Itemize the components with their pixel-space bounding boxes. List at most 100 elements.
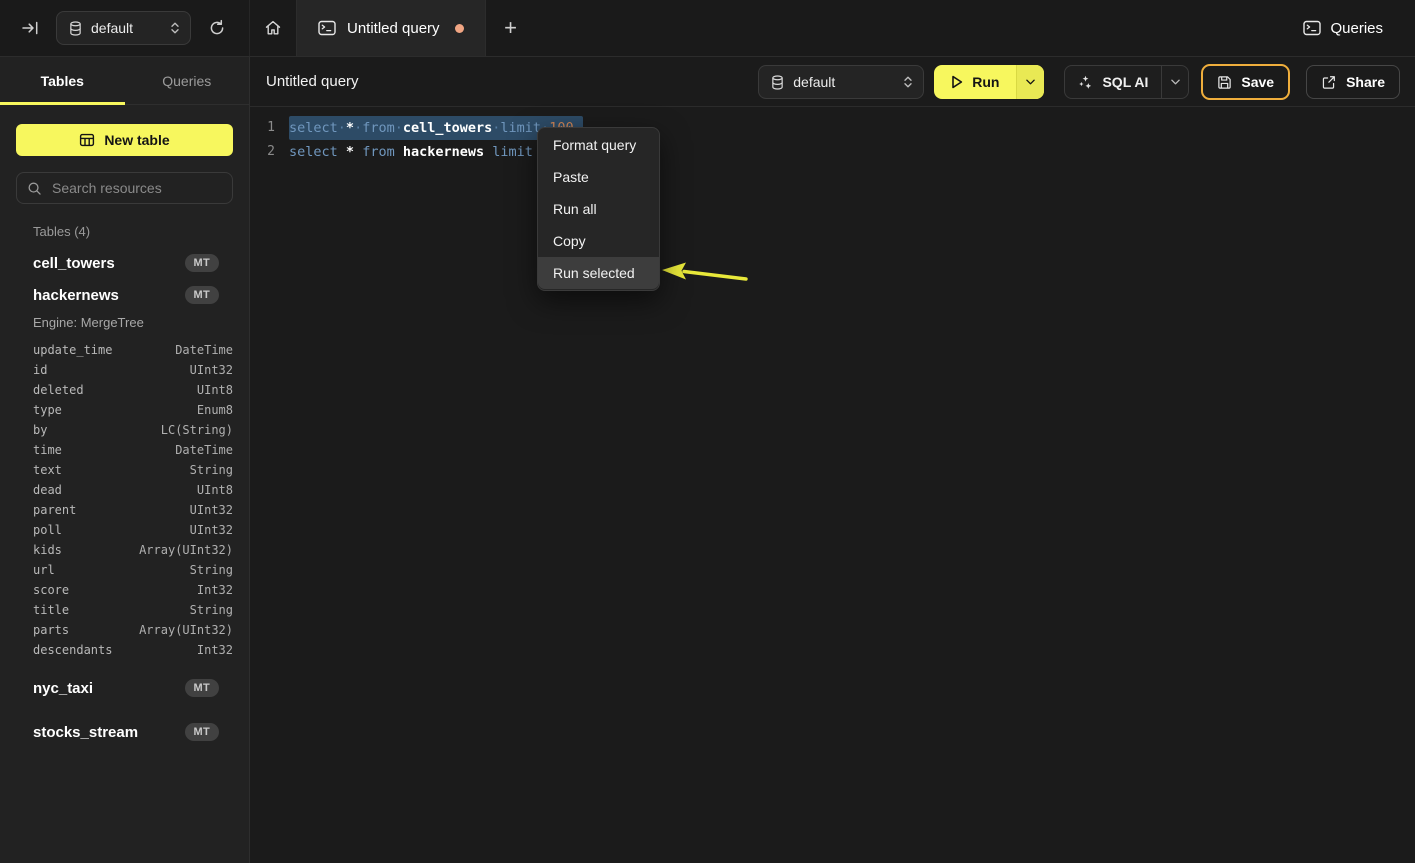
engine-badge: MT bbox=[185, 254, 219, 272]
table-row-cell_towers[interactable]: cell_towersMT bbox=[16, 247, 233, 279]
sql-ai-options-caret[interactable] bbox=[1161, 66, 1188, 98]
column-name: id bbox=[33, 363, 47, 377]
column-type: Int32 bbox=[197, 643, 233, 657]
database-selector[interactable]: default bbox=[56, 11, 191, 45]
column-type: LC(String) bbox=[161, 423, 233, 437]
share-button[interactable]: Share bbox=[1306, 65, 1400, 99]
share-icon bbox=[1321, 75, 1336, 90]
sidebar-tabs: Tables Queries bbox=[0, 57, 249, 105]
sql-ai-button[interactable]: SQL AI bbox=[1064, 65, 1189, 99]
column-type: String bbox=[190, 563, 233, 577]
whitespace-dot: · bbox=[395, 120, 403, 136]
context-menu-item-run-selected[interactable]: Run selected bbox=[538, 257, 659, 289]
sidebar: Tables Queries New table Tables (4) bbox=[0, 57, 250, 863]
save-button[interactable]: Save bbox=[1201, 64, 1290, 100]
column-type: Int32 bbox=[197, 583, 233, 597]
editor-database-selector[interactable]: default bbox=[758, 65, 924, 99]
run-options-caret[interactable] bbox=[1016, 65, 1044, 99]
column-row[interactable]: partsArray(UInt32) bbox=[16, 620, 233, 640]
context-menu-item-format-query[interactable]: Format query bbox=[538, 129, 659, 161]
column-row[interactable]: descendantsInt32 bbox=[16, 640, 233, 660]
column-type: UInt8 bbox=[197, 483, 233, 497]
database-icon bbox=[771, 75, 784, 90]
engine-badge: MT bbox=[185, 679, 219, 697]
table-row-nyc_taxi[interactable]: nyc_taxi MT bbox=[16, 672, 233, 704]
column-row[interactable]: scoreInt32 bbox=[16, 580, 233, 600]
column-row[interactable]: pollUInt32 bbox=[16, 520, 233, 540]
column-row[interactable]: deletedUInt8 bbox=[16, 380, 233, 400]
line-number: 1 bbox=[266, 116, 275, 140]
new-table-button[interactable]: New table bbox=[16, 124, 233, 156]
column-row[interactable]: typeEnum8 bbox=[16, 400, 233, 420]
terminal-icon bbox=[318, 20, 336, 36]
sql-ai-button-label: SQL AI bbox=[1102, 74, 1148, 90]
main-area: Untitled query default bbox=[250, 57, 1415, 863]
column-row[interactable]: time DateTime bbox=[16, 440, 233, 460]
tab-label: Untitled query bbox=[347, 20, 440, 37]
column-name: type bbox=[33, 403, 62, 417]
context-menu-item-copy[interactable]: Copy bbox=[538, 225, 659, 257]
tables-section-label: Tables (4) bbox=[33, 224, 233, 239]
table-row-stocks_stream[interactable]: stocks_streamMT bbox=[16, 716, 233, 748]
code-line[interactable]: 2 select * from hackernews limit bbox=[250, 140, 1415, 164]
search-input[interactable] bbox=[50, 179, 222, 197]
active-tab-underline bbox=[0, 102, 125, 105]
column-row[interactable]: textString bbox=[16, 460, 233, 480]
run-button[interactable]: Run bbox=[934, 65, 1044, 99]
column-row[interactable]: url String bbox=[16, 560, 233, 580]
resource-list: cell_towersMThackernewsMTEngine: MergeTr… bbox=[16, 247, 233, 748]
sql-editor[interactable]: 1select·*·from·cell_towers·limit·1002sel… bbox=[250, 107, 1415, 164]
table-name: hackernews bbox=[33, 287, 119, 304]
table-row-hackernews[interactable]: hackernewsMT bbox=[16, 279, 233, 311]
sql-ai-button-main[interactable]: SQL AI bbox=[1065, 66, 1161, 98]
column-row[interactable]: dead UInt8 bbox=[16, 480, 233, 500]
refresh-button[interactable] bbox=[204, 15, 230, 41]
code-line[interactable]: 1select·*·from·cell_towers·limit·100 bbox=[250, 116, 1415, 140]
line-number: 2 bbox=[266, 140, 275, 164]
table-grid-icon bbox=[79, 132, 95, 148]
tab-untitled-query[interactable]: Untitled query bbox=[296, 0, 486, 56]
code-text: select * from hackernews limit bbox=[289, 140, 533, 164]
column-type: UInt8 bbox=[197, 383, 233, 397]
save-icon bbox=[1217, 75, 1232, 90]
sidebar-tab-queries[interactable]: Queries bbox=[125, 57, 250, 104]
table-engine-label: Engine: MergeTree bbox=[16, 311, 233, 335]
home-icon bbox=[264, 19, 282, 37]
run-button-main[interactable]: Run bbox=[934, 65, 1016, 99]
queries-button[interactable]: Queries bbox=[1297, 19, 1389, 38]
search-box bbox=[16, 172, 233, 204]
column-type: Array(UInt32) bbox=[139, 623, 233, 637]
sidebar-tab-tables[interactable]: Tables bbox=[0, 57, 125, 104]
whitespace-dot: · bbox=[338, 120, 346, 136]
column-name: url bbox=[33, 563, 55, 577]
column-row[interactable]: titleString bbox=[16, 600, 233, 620]
column-name: kids bbox=[33, 543, 62, 557]
editor-header-controls: default Run bbox=[758, 57, 1400, 107]
database-icon bbox=[69, 21, 82, 36]
collapse-sidebar-icon bbox=[22, 20, 39, 36]
column-row[interactable]: byLC(String) bbox=[16, 420, 233, 440]
collapse-sidebar-button[interactable] bbox=[18, 16, 43, 40]
context-menu-item-run-all[interactable]: Run all bbox=[538, 193, 659, 225]
context-menu-item-paste[interactable]: Paste bbox=[538, 161, 659, 193]
column-name: dead bbox=[33, 483, 62, 497]
share-button-label: Share bbox=[1346, 74, 1385, 90]
column-row[interactable]: update_timeDateTime bbox=[16, 340, 233, 360]
table-name: nyc_taxi bbox=[33, 680, 93, 697]
query-title: Untitled query bbox=[266, 73, 359, 90]
column-type: DateTime bbox=[175, 443, 233, 457]
database-selector-value: default bbox=[91, 20, 161, 36]
engine-badge: MT bbox=[185, 723, 219, 741]
play-icon bbox=[951, 75, 963, 89]
terminal-icon bbox=[1303, 20, 1321, 36]
column-row[interactable]: parentUInt32 bbox=[16, 500, 233, 520]
new-table-button-label: New table bbox=[104, 132, 169, 148]
column-name: time bbox=[33, 443, 62, 457]
home-button[interactable] bbox=[250, 0, 296, 56]
new-tab-button[interactable]: + bbox=[486, 0, 536, 56]
column-row[interactable]: kidsArray(UInt32) bbox=[16, 540, 233, 560]
sql-console-app: default Untitled query bbox=[0, 0, 1415, 863]
column-name: title bbox=[33, 603, 69, 617]
column-row[interactable]: idUInt32 bbox=[16, 360, 233, 380]
editor-database-selector-value: default bbox=[793, 74, 894, 90]
